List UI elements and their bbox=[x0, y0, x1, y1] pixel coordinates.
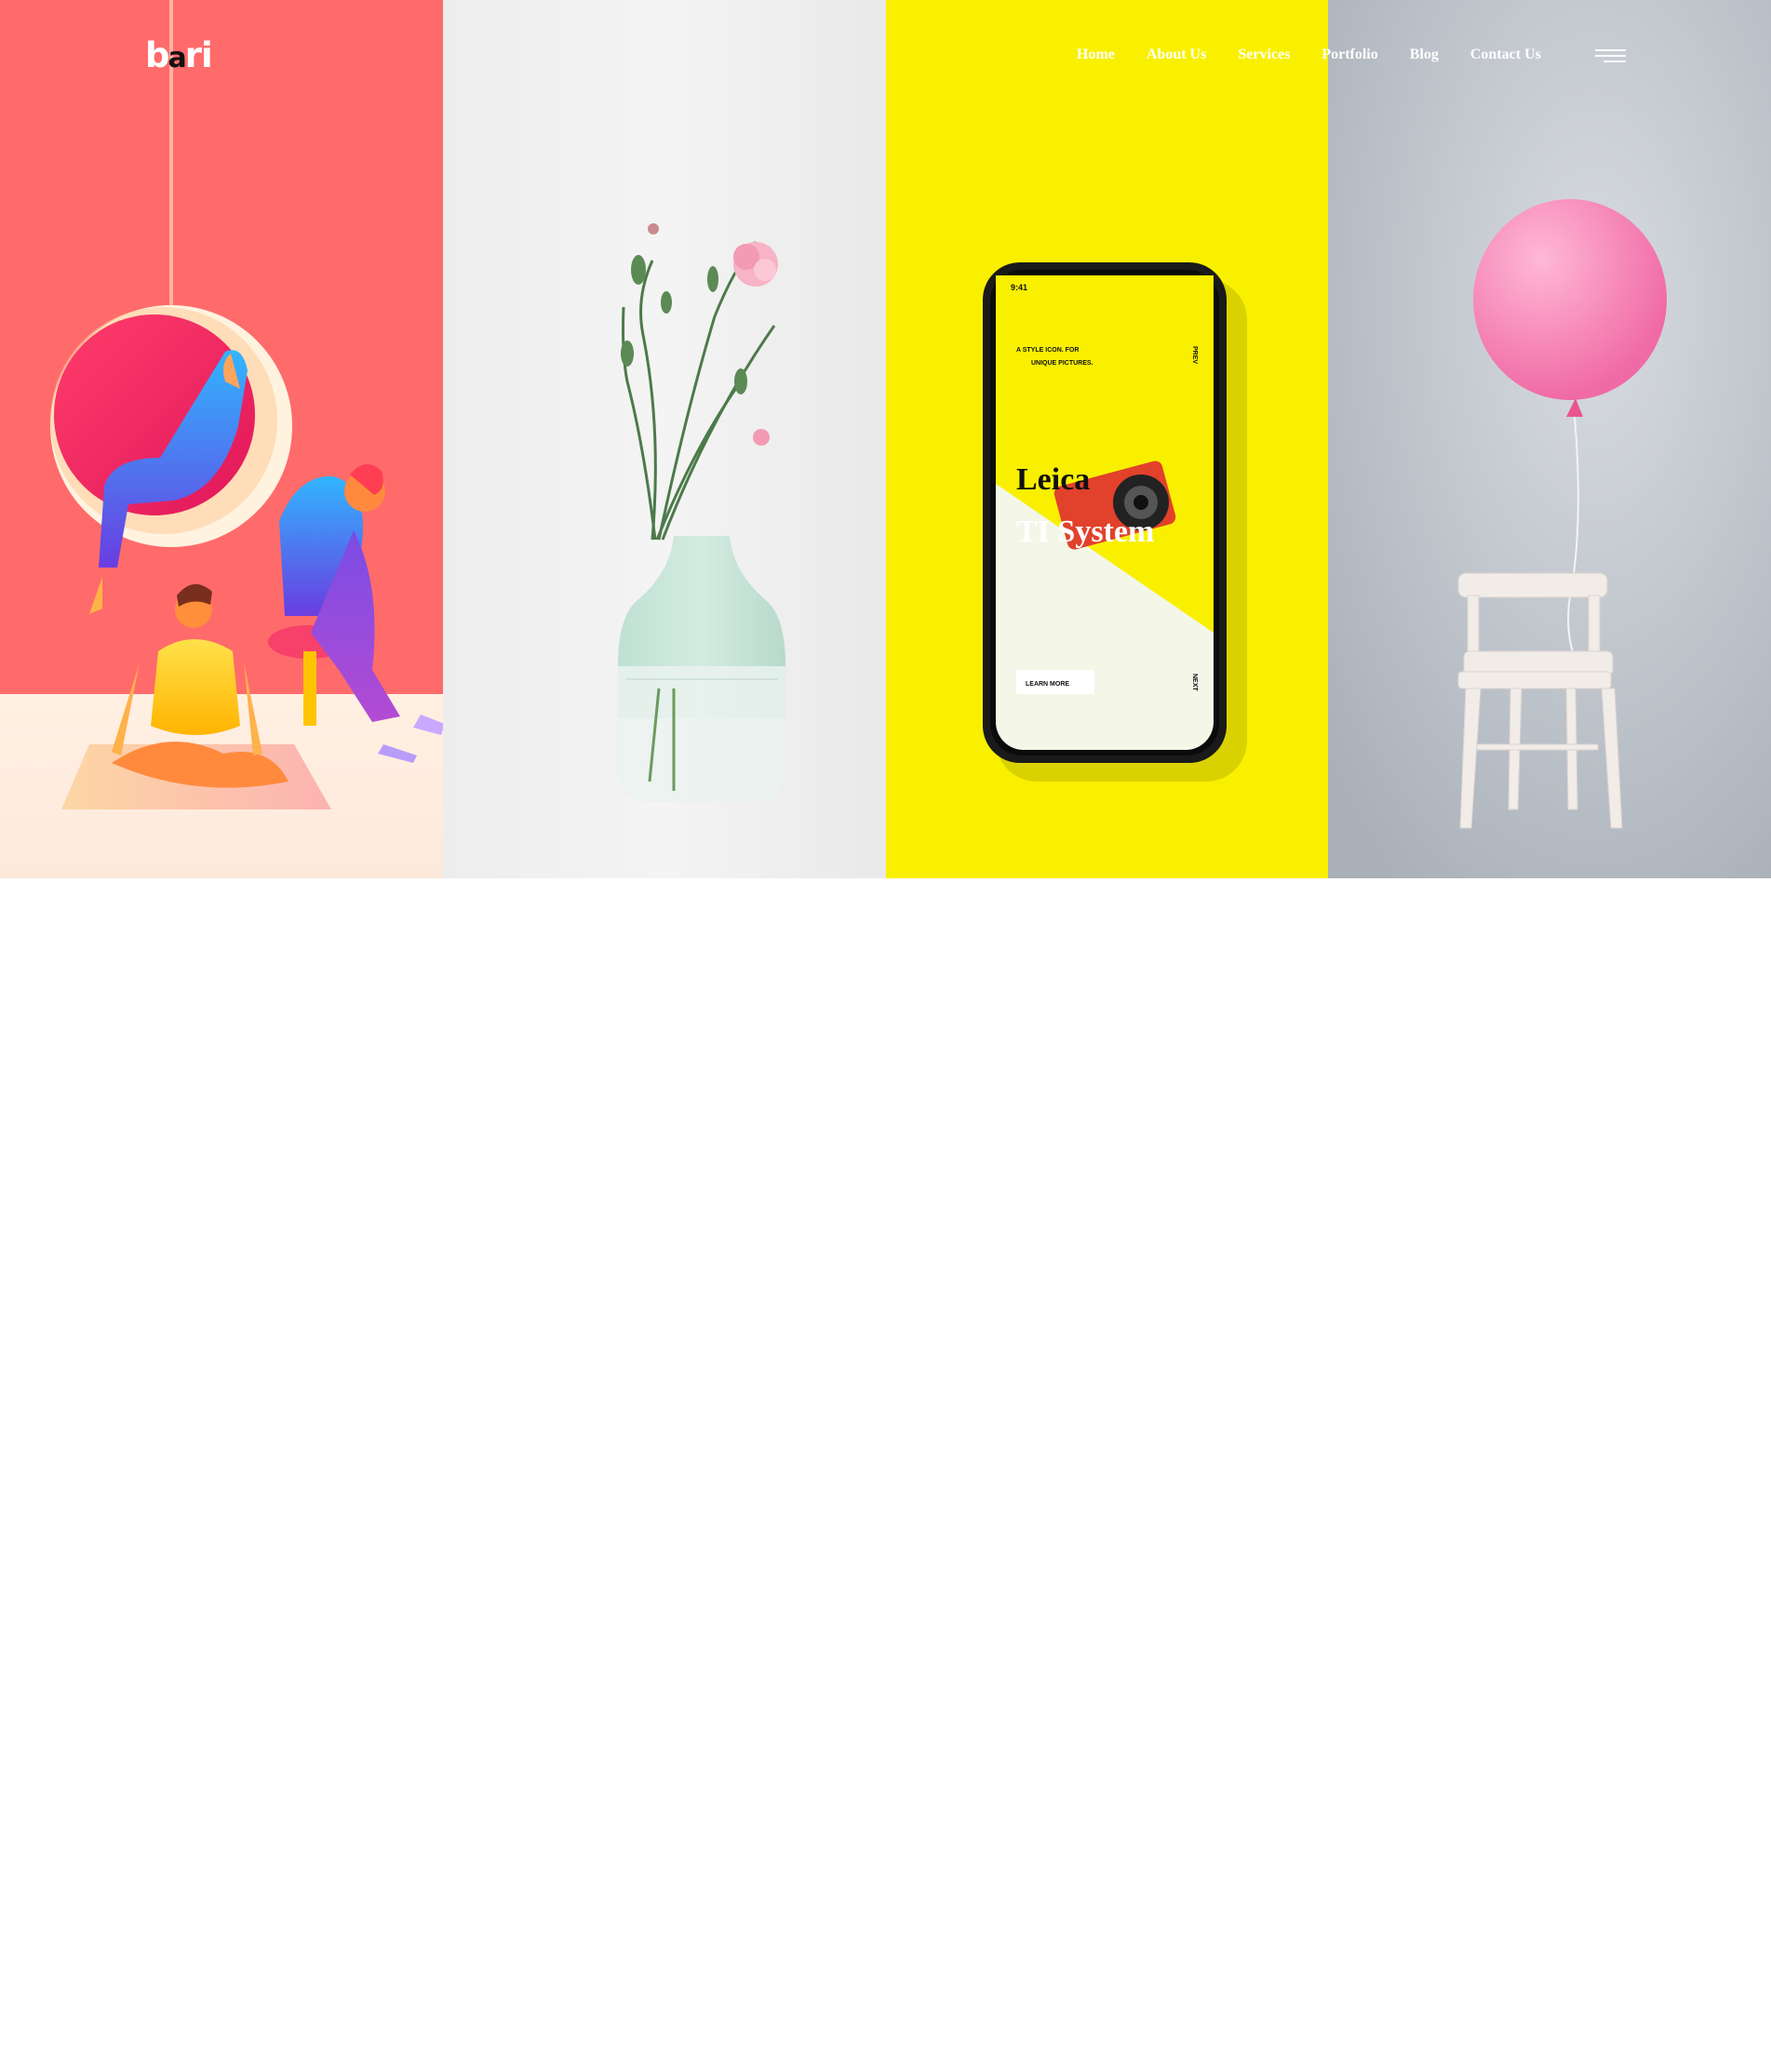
phone-title-1: Leica bbox=[1016, 462, 1090, 497]
hero-panel-vase[interactable] bbox=[443, 0, 886, 878]
nav-about-us[interactable]: About Us bbox=[1147, 45, 1206, 65]
nav-services[interactable]: Services bbox=[1238, 45, 1290, 65]
logo-letter-b: b bbox=[145, 35, 169, 75]
hamburger-line bbox=[1603, 60, 1626, 62]
site-logo[interactable]: bari bbox=[145, 35, 213, 75]
page: 9:41 A STYLE ICON. FOR UNIQUE PICTURES. … bbox=[0, 0, 1771, 2072]
illustration-people-image bbox=[0, 0, 443, 878]
hero-gallery: 9:41 A STYLE ICON. FOR UNIQUE PICTURES. … bbox=[0, 0, 1771, 878]
hero-panel-balloon[interactable] bbox=[1328, 0, 1771, 878]
main-navigation: Home About Us Services Portfolio Blog Co… bbox=[1077, 45, 1573, 65]
logo-letter-a: a bbox=[168, 42, 187, 74]
balloon-chair-image bbox=[1328, 0, 1771, 878]
phone-learn-more: LEARN MORE bbox=[1026, 681, 1069, 688]
hero-panel-illustration[interactable] bbox=[0, 0, 443, 878]
hamburger-line bbox=[1595, 55, 1626, 57]
phone-tagline-1: A STYLE ICON. FOR bbox=[1016, 347, 1079, 354]
hero-panel-phone[interactable]: 9:41 A STYLE ICON. FOR UNIQUE PICTURES. … bbox=[886, 0, 1328, 878]
phone-tagline-2: UNIQUE PICTURES. bbox=[1031, 360, 1093, 367]
site-header: bari Home About Us Services Portfolio Bl… bbox=[0, 0, 1771, 116]
phone-next-label: NEXT bbox=[1191, 674, 1198, 691]
phone-prev-label: PREV bbox=[1191, 346, 1198, 364]
hamburger-menu-icon[interactable] bbox=[1595, 49, 1626, 64]
nav-home[interactable]: Home bbox=[1077, 45, 1115, 65]
nav-contact-us[interactable]: Contact Us bbox=[1470, 45, 1541, 65]
flower-vase-image bbox=[443, 0, 886, 878]
phone-mockup-image: 9:41 A STYLE ICON. FOR UNIQUE PICTURES. … bbox=[886, 0, 1328, 878]
content-area bbox=[0, 878, 1771, 2072]
phone-time: 9:41 bbox=[1011, 283, 1027, 292]
nav-portfolio[interactable]: Portfolio bbox=[1322, 45, 1377, 65]
phone-title-2: TI System bbox=[1016, 515, 1154, 549]
hamburger-line bbox=[1595, 49, 1626, 51]
nav-blog[interactable]: Blog bbox=[1410, 45, 1439, 65]
logo-letters-ri: ri bbox=[184, 35, 213, 75]
